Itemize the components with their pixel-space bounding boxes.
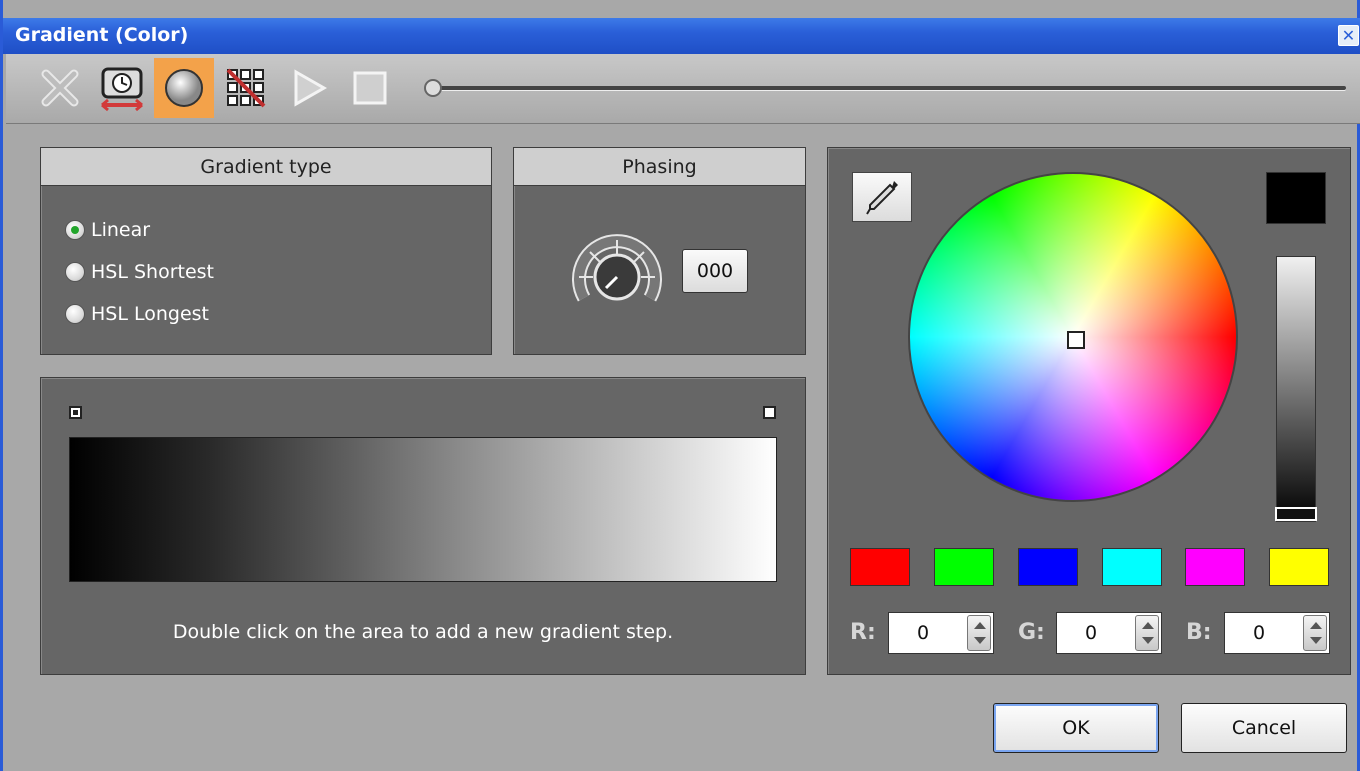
r-value: 0: [917, 622, 930, 644]
phase-knob-icon[interactable]: [570, 232, 664, 312]
delete-icon[interactable]: [30, 58, 90, 118]
radio-hsl-longest-button[interactable]: [65, 304, 85, 324]
radio-hsl-longest[interactable]: HSL Longest: [65, 300, 209, 328]
radio-hsl-shortest[interactable]: HSL Shortest: [65, 258, 214, 286]
ok-button[interactable]: OK: [993, 703, 1159, 753]
swatch-magenta[interactable]: [1185, 548, 1245, 586]
gradient-editor-panel: Double click on the area to add a new gr…: [40, 377, 806, 675]
pattern-icon[interactable]: [216, 58, 276, 118]
color-wheel[interactable]: [908, 172, 1238, 502]
close-button[interactable]: ✕: [1338, 25, 1359, 46]
gradient-preview-bar[interactable]: [69, 437, 777, 582]
swatch-yellow[interactable]: [1269, 548, 1329, 586]
toolbar: [6, 54, 1360, 124]
radio-hsl-longest-label: HSL Longest: [91, 303, 209, 325]
swatch-cyan[interactable]: [1102, 548, 1162, 586]
luminance-slider-thumb[interactable]: [1275, 507, 1317, 521]
phase-value-field[interactable]: 000: [682, 249, 748, 293]
r-input[interactable]: 0: [888, 612, 994, 654]
g-label: G:: [1018, 620, 1045, 645]
g-value: 0: [1085, 622, 1098, 644]
gradient-stop-end[interactable]: [763, 406, 776, 419]
eyedropper-button[interactable]: [852, 172, 912, 222]
stop-icon[interactable]: [340, 58, 400, 118]
timer-icon[interactable]: [92, 58, 152, 118]
swatch-red[interactable]: [850, 548, 910, 586]
g-input[interactable]: 0: [1056, 612, 1162, 654]
timeline-slider-thumb[interactable]: [424, 79, 442, 97]
b-input[interactable]: 0: [1224, 612, 1330, 654]
radio-linear-button[interactable]: [65, 220, 85, 240]
current-color-swatch: [1266, 172, 1326, 224]
radio-linear-label: Linear: [91, 219, 151, 241]
b-spinner[interactable]: [1303, 615, 1327, 651]
window-title: Gradient (Color): [15, 24, 189, 46]
gradient-type-header: Gradient type: [41, 148, 491, 186]
gradient-icon[interactable]: [154, 58, 214, 118]
title-bar: Gradient (Color) ✕: [3, 18, 1360, 54]
radio-linear[interactable]: Linear: [65, 216, 150, 244]
r-label: R:: [850, 620, 876, 645]
r-spinner[interactable]: [967, 615, 991, 651]
gradient-dialog: Gradient (Color) ✕ Gradient type Linear: [0, 0, 1360, 771]
g-spinner[interactable]: [1135, 615, 1159, 651]
b-label: B:: [1186, 620, 1212, 645]
gradient-stop-start[interactable]: [69, 406, 82, 419]
gradient-hint-text: Double click on the area to add a new gr…: [172, 621, 674, 643]
gradient-type-panel: Gradient type Linear HSL Shortest HSL Lo…: [40, 147, 492, 355]
color-wheel-cursor[interactable]: [1067, 331, 1085, 349]
eyedropper-icon: [866, 181, 898, 215]
swatch-blue[interactable]: [1018, 548, 1078, 586]
radio-hsl-shortest-label: HSL Shortest: [91, 261, 214, 283]
phasing-header: Phasing: [514, 148, 805, 186]
timeline-slider-track[interactable]: [426, 86, 1346, 90]
b-value: 0: [1253, 622, 1266, 644]
color-picker-panel: R: 0 G: 0 B: 0: [827, 147, 1351, 675]
radio-hsl-shortest-button[interactable]: [65, 262, 85, 282]
play-icon[interactable]: [278, 58, 338, 118]
luminance-slider[interactable]: [1275, 256, 1317, 522]
cancel-button[interactable]: Cancel: [1181, 703, 1347, 753]
phasing-panel: Phasing 000: [513, 147, 806, 355]
swatch-green[interactable]: [934, 548, 994, 586]
